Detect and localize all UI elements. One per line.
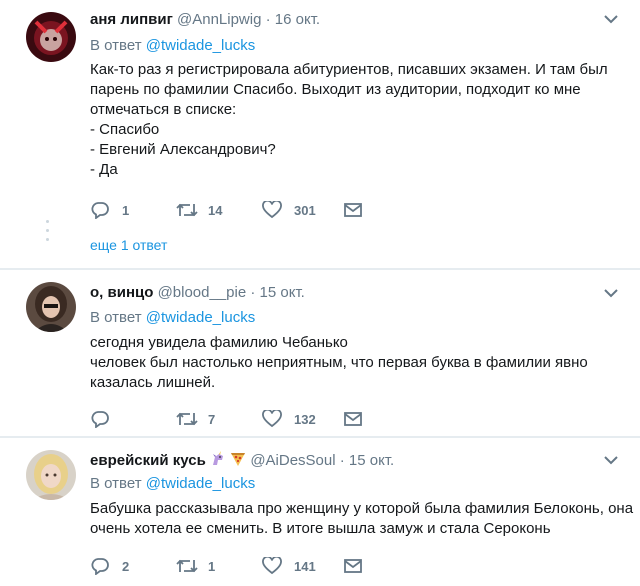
retweet-icon bbox=[176, 412, 198, 426]
retweet-button[interactable]: 7 bbox=[176, 409, 215, 429]
avatar[interactable] bbox=[26, 12, 76, 62]
reply-mention[interactable]: @twidade_lucks bbox=[146, 309, 255, 326]
text-line: казалась лишней. bbox=[90, 374, 216, 391]
avatar-image bbox=[26, 12, 76, 62]
chevron-down-icon[interactable] bbox=[604, 455, 618, 465]
thread-connector bbox=[46, 220, 50, 247]
reply-count: 1 bbox=[122, 202, 130, 218]
text-line: - Да bbox=[90, 161, 118, 178]
heart-icon bbox=[262, 557, 282, 575]
text-line: человек был настолько неприятным, что пе… bbox=[90, 354, 588, 371]
chevron-down-icon[interactable] bbox=[604, 288, 618, 298]
tweet-2[interactable]: о, винцо @blood__pie · 15 окт. В ответ @… bbox=[0, 270, 640, 436]
user-handle[interactable]: @AnnLipwig bbox=[177, 11, 261, 28]
text-line: отмечаться в списке: bbox=[90, 101, 237, 118]
separator: · bbox=[250, 284, 256, 301]
reply-icon bbox=[91, 202, 109, 219]
text-line: - Спасибо bbox=[90, 121, 160, 138]
dm-button[interactable] bbox=[344, 556, 362, 576]
dm-button[interactable] bbox=[344, 200, 362, 220]
reply-context: В ответ @twidade_lucks bbox=[90, 475, 255, 492]
like-count: 301 bbox=[294, 202, 316, 218]
reply-prefix: В ответ bbox=[90, 37, 142, 54]
tweet-header: аня липвиг @AnnLipwig · 16 окт. bbox=[90, 11, 320, 28]
retweet-count: 14 bbox=[208, 202, 223, 218]
text-line: сегодня увидела фамилию Чебанько bbox=[90, 334, 348, 351]
like-button[interactable]: 141 bbox=[262, 556, 316, 576]
text-line: - Евгений Александрович? bbox=[90, 141, 276, 158]
tweet-text: Как-то раз я регистрировала абитуриентов… bbox=[90, 60, 630, 180]
envelope-icon bbox=[344, 412, 362, 426]
unicorn-emoji bbox=[212, 451, 223, 465]
tweet-3[interactable]: еврейский кусь @AiDesSoul · 15 окт. В от… bbox=[0, 438, 640, 586]
display-name[interactable]: аня липвиг bbox=[90, 11, 173, 28]
tweet-header: еврейский кусь @AiDesSoul · 15 окт. bbox=[90, 451, 394, 469]
like-button[interactable]: 132 bbox=[262, 409, 316, 429]
reply-prefix: В ответ bbox=[90, 475, 142, 492]
like-count: 132 bbox=[294, 411, 316, 427]
tweet-1[interactable]: аня липвиг @AnnLipwig · 16 окт. В ответ … bbox=[0, 0, 640, 268]
reply-icon bbox=[91, 411, 109, 428]
show-more-replies-link[interactable]: еще 1 ответ bbox=[90, 237, 167, 253]
display-name[interactable]: о, винцо bbox=[90, 284, 153, 301]
text-line: очень хотела ее сменить. В итоге вышла з… bbox=[90, 520, 551, 537]
avatar-image bbox=[26, 282, 76, 332]
reply-mention[interactable]: @twidade_lucks bbox=[146, 475, 255, 492]
avatar[interactable] bbox=[26, 450, 76, 500]
text-line: парень по фамилии Спасибо. Выходит из ау… bbox=[90, 81, 581, 98]
reply-mention[interactable]: @twidade_lucks bbox=[146, 37, 255, 54]
retweet-count: 1 bbox=[208, 558, 216, 574]
like-button[interactable]: 301 bbox=[262, 200, 316, 220]
pizza-emoji bbox=[231, 453, 246, 466]
text-line: Как-то раз я регистрировала абитуриентов… bbox=[90, 61, 608, 78]
tweet-date[interactable]: 16 окт. bbox=[275, 11, 320, 28]
reply-context: В ответ @twidade_lucks bbox=[90, 309, 255, 326]
reply-count: 2 bbox=[122, 558, 130, 574]
tweet-text: Бабушка рассказывала про женщину у котор… bbox=[90, 499, 634, 539]
heart-icon bbox=[262, 410, 282, 428]
avatar[interactable] bbox=[26, 282, 76, 332]
retweet-count: 7 bbox=[208, 411, 216, 427]
reply-context: В ответ @twidade_lucks bbox=[90, 37, 255, 54]
retweet-icon bbox=[176, 203, 198, 217]
retweet-icon bbox=[176, 559, 198, 573]
separator: · bbox=[339, 452, 345, 469]
display-name[interactable]: еврейский кусь bbox=[90, 452, 206, 469]
tweet-text: сегодня увидела фамилию Чебанько человек… bbox=[90, 333, 630, 393]
retweet-button[interactable]: 1 bbox=[176, 556, 215, 576]
avatar-image bbox=[26, 450, 76, 500]
envelope-icon bbox=[344, 203, 362, 217]
envelope-icon bbox=[344, 559, 362, 573]
heart-icon bbox=[262, 201, 282, 219]
reply-icon bbox=[91, 558, 109, 575]
reply-button[interactable] bbox=[90, 409, 122, 429]
reply-button[interactable]: 1 bbox=[90, 200, 129, 220]
tweet-header: о, винцо @blood__pie · 15 окт. bbox=[90, 284, 305, 301]
reply-button[interactable]: 2 bbox=[90, 556, 129, 576]
text-line: Бабушка рассказывала про женщину у котор… bbox=[90, 500, 634, 517]
tweet-date[interactable]: 15 окт. bbox=[349, 452, 394, 469]
reply-prefix: В ответ bbox=[90, 309, 142, 326]
user-handle[interactable]: @AiDesSoul bbox=[250, 452, 335, 469]
separator: · bbox=[265, 11, 271, 28]
tweet-date[interactable]: 15 окт. bbox=[260, 284, 305, 301]
retweet-button[interactable]: 14 bbox=[176, 200, 222, 220]
user-handle[interactable]: @blood__pie bbox=[158, 284, 247, 301]
dm-button[interactable] bbox=[344, 409, 362, 429]
chevron-down-icon[interactable] bbox=[604, 14, 618, 24]
like-count: 141 bbox=[294, 558, 316, 574]
